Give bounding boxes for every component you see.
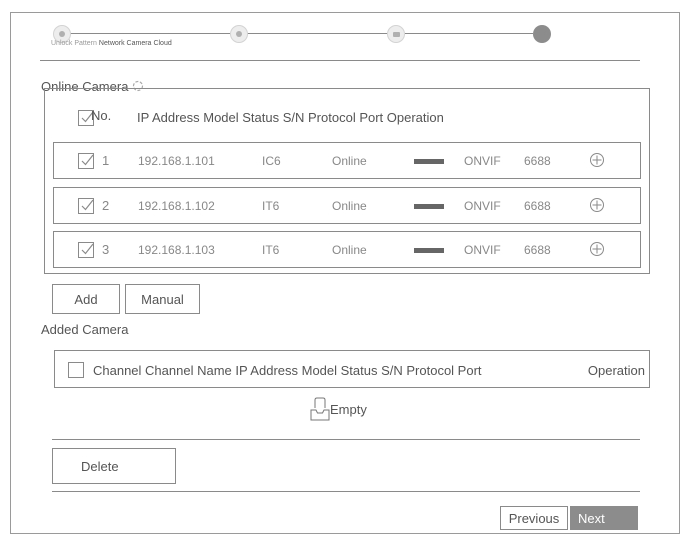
added-camera-table-header: Channel Channel Name IP Address Model St… (54, 350, 650, 388)
empty-box-icon (310, 397, 330, 421)
cloud-icon (387, 25, 405, 43)
header-columns: IP Address Model Status S/N Protocol Por… (137, 110, 444, 125)
added-header-columns: Channel Channel Name IP Address Model St… (93, 363, 482, 378)
row-checkbox[interactable] (78, 198, 94, 214)
empty-text: Empty (330, 402, 367, 417)
empty-state: Empty (310, 396, 367, 422)
step-dot-icon (533, 25, 551, 43)
row-model: IT6 (262, 199, 280, 213)
header-divider (40, 60, 640, 61)
table-row: 3 192.168.1.103 IT6 Online ONVIF 6688 (53, 231, 641, 268)
previous-button[interactable]: Previous (500, 506, 568, 530)
section-divider (52, 439, 640, 440)
added-camera-title: Added Camera (41, 322, 129, 337)
row-checkbox[interactable] (78, 242, 94, 258)
check-icon (81, 243, 94, 255)
row-ip: 192.168.1.101 (138, 154, 215, 168)
row-protocol: ONVIF (464, 199, 501, 213)
wizard-step-labels: Unlock Pattern Network Camera Cloud (51, 40, 174, 47)
row-port: 6688 (524, 154, 551, 168)
add-button[interactable]: Add (52, 284, 120, 314)
row-status: Online (332, 243, 367, 257)
row-no: 3 (102, 242, 110, 257)
row-sn-redacted (414, 204, 444, 209)
wizard-progress: Unlock Pattern Network Camera Cloud (11, 13, 681, 61)
row-status: Online (332, 199, 367, 213)
row-port: 6688 (524, 199, 551, 213)
add-camera-icon[interactable] (589, 241, 605, 257)
add-camera-icon[interactable] (589, 197, 605, 213)
check-icon (81, 199, 94, 211)
wizard-connector (247, 33, 387, 34)
row-sn-redacted (414, 159, 444, 164)
wizard-step-label: Cloud (153, 40, 172, 47)
added-header-operation: Operation (587, 363, 645, 378)
next-button[interactable]: Next (570, 506, 638, 530)
wizard-step-label: Unlock Pattern (51, 40, 97, 47)
wizard-connector (405, 33, 533, 34)
online-camera-table: No. IP Address Model Status S/N Protocol… (44, 88, 650, 274)
camera-icon (230, 25, 248, 43)
wizard-connector (70, 33, 230, 34)
header-no: No. (91, 108, 112, 123)
row-protocol: ONVIF (464, 243, 501, 257)
delete-button[interactable]: Delete (52, 448, 176, 484)
row-no: 1 (102, 153, 110, 168)
row-checkbox[interactable] (78, 153, 94, 169)
online-table-header: No. IP Address Model Status S/N Protocol… (45, 89, 649, 129)
row-model: IT6 (262, 243, 280, 257)
table-row: 1 192.168.1.101 IC6 Online ONVIF 6688 (53, 142, 641, 179)
footer-divider (52, 491, 640, 492)
row-port: 6688 (524, 243, 551, 257)
check-icon (81, 154, 94, 166)
wizard-step-label: Network Camera (98, 40, 152, 47)
row-ip: 192.168.1.102 (138, 199, 215, 213)
row-model: IC6 (262, 154, 281, 168)
row-ip: 192.168.1.103 (138, 243, 215, 257)
row-status: Online (332, 154, 367, 168)
add-camera-icon[interactable] (589, 152, 605, 168)
row-sn-redacted (414, 248, 444, 253)
manual-button[interactable]: Manual (125, 284, 200, 314)
row-no: 2 (102, 198, 110, 213)
select-all-added-checkbox[interactable] (68, 362, 84, 378)
row-protocol: ONVIF (464, 154, 501, 168)
table-row: 2 192.168.1.102 IT6 Online ONVIF 6688 (53, 187, 641, 224)
